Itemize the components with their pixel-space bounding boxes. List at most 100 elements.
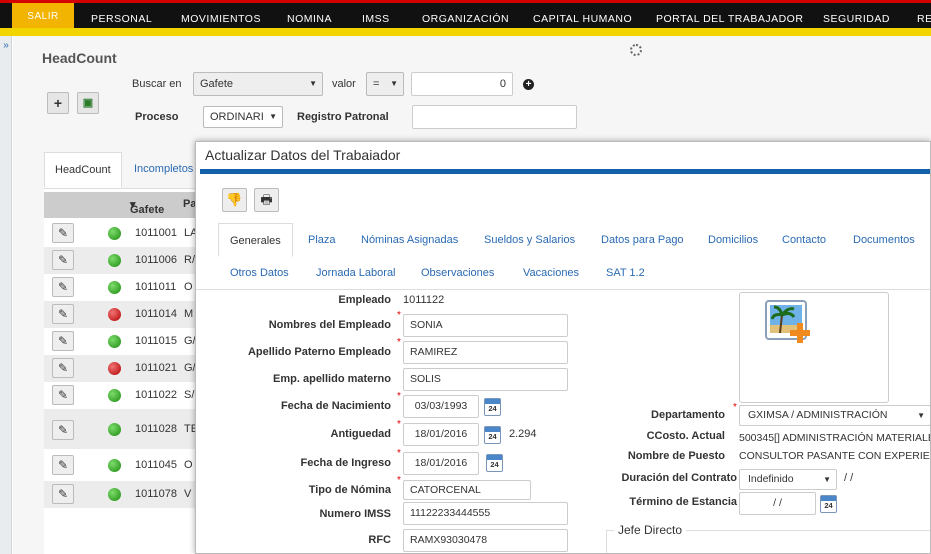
export-excel-button[interactable]: ▣ [77, 92, 99, 114]
tab-datos-para-pago[interactable]: Datos para Pago [590, 223, 695, 257]
apellido-materno-input[interactable]: SOLIS [403, 368, 568, 391]
expand-icon[interactable]: » [0, 40, 12, 52]
table-row[interactable]: ✎ 1011001 LA [44, 220, 204, 247]
edit-icon[interactable]: ✎ [52, 304, 74, 324]
nav-seguridad[interactable]: SEGURIDAD [823, 13, 890, 25]
registro-patronal-label: Registro Patronal [297, 111, 389, 123]
valor-input[interactable]: 0 [411, 72, 513, 96]
tab-domicilios[interactable]: Domicilios [697, 223, 769, 257]
tab-incompletos[interactable]: Incompletos [124, 152, 203, 188]
calendar-icon[interactable]: 24 [484, 398, 501, 416]
status-dot-icon [108, 335, 121, 348]
antiguedad-input[interactable]: 18/01/2016 [403, 423, 479, 446]
tab-nominas-asignadas[interactable]: Nóminas Asignadas [350, 223, 469, 257]
edit-icon[interactable]: ✎ [52, 420, 74, 440]
required-marker: * [397, 448, 401, 459]
calendar-day: 24 [490, 460, 499, 469]
tab-observaciones[interactable]: Observaciones [410, 256, 505, 290]
add-filter-icon[interactable]: + [523, 79, 534, 90]
tab-otros-datos[interactable]: Otros Datos [219, 256, 300, 290]
salir-button[interactable]: SALIR [12, 3, 74, 28]
tab-vacaciones[interactable]: Vacaciones [512, 256, 590, 290]
tipo-nomina-input[interactable]: CATORCENAL [403, 480, 531, 500]
tab-jornada-laboral[interactable]: Jornada Laboral [305, 256, 407, 290]
edit-icon[interactable]: ✎ [52, 484, 74, 504]
proceso-value: ORDINARI [210, 111, 264, 123]
edit-icon[interactable]: ✎ [52, 277, 74, 297]
fecha-nacimiento-label: Fecha de Nacimiento [280, 400, 391, 412]
nav-portal-del-trabajador[interactable]: PORTAL DEL TRABAJADOR [656, 13, 803, 25]
nav-accent-bar [0, 28, 931, 36]
operator-value: = [373, 78, 380, 90]
top-navigation: SALIR PERSONAL MOVIMIENTOS NOMINA IMSS O… [0, 0, 931, 36]
table-row[interactable]: ✎ 1011022 S/ [44, 382, 204, 409]
tab-contacto[interactable]: Contacto [771, 223, 837, 257]
fecha-ingreso-label: Fecha de Ingreso [300, 457, 391, 469]
table-row[interactable]: ✎ 1011028 TE [44, 409, 204, 449]
calendar-icon[interactable]: 24 [486, 454, 503, 472]
tab-plaza[interactable]: Plaza [297, 223, 347, 257]
fecha-ingreso-input[interactable]: 18/01/2016 [403, 452, 479, 475]
termino-estancia-input[interactable]: / / [739, 492, 816, 515]
nav-reportes[interactable]: RE [917, 13, 931, 25]
table-row[interactable]: ✎ 1011011 O [44, 274, 204, 301]
required-marker: * [397, 391, 401, 402]
edit-icon[interactable]: ✎ [52, 455, 74, 475]
nav-personal[interactable]: PERSONAL [91, 13, 152, 25]
apellido-paterno-input[interactable]: RAMIREZ [403, 341, 568, 364]
nav-nomina[interactable]: NOMINA [287, 13, 332, 25]
duracion-contrato-select[interactable]: Indefinido ▼ [739, 469, 837, 490]
proceso-select[interactable]: ORDINARI ▼ [203, 106, 283, 128]
nombres-label: Nombres del Empleado [268, 319, 391, 331]
fecha-nacimiento-input[interactable]: 03/03/1993 [403, 395, 479, 418]
row-gafete: 1011011 [135, 281, 177, 293]
numero-imss-input[interactable]: 11122233444555 [403, 502, 568, 525]
tab-documentos[interactable]: Documentos [842, 223, 926, 257]
calendar-icon[interactable]: 24 [820, 495, 837, 513]
status-dot-icon [108, 227, 121, 240]
add-button[interactable]: + [47, 92, 69, 114]
required-marker: * [397, 337, 401, 348]
operator-select[interactable]: = ▼ [366, 72, 404, 96]
edit-icon[interactable]: ✎ [52, 223, 74, 243]
table-row[interactable]: ✎ 1011006 R/ [44, 247, 204, 274]
edit-icon[interactable]: ✎ [52, 331, 74, 351]
nombres-input[interactable]: SONIA [403, 314, 568, 337]
column-header-gafete[interactable]: Gafete ▾ [130, 198, 164, 216]
status-dot-icon [108, 281, 121, 294]
tab-headcount[interactable]: HeadCount [44, 152, 122, 188]
employee-photo-box[interactable] [739, 292, 889, 403]
table-row[interactable]: ✎ 1011045 O [44, 449, 204, 481]
buscar-select[interactable]: Gafete ▼ [193, 72, 323, 96]
row-name: O [184, 281, 193, 293]
rfc-input[interactable]: RAMX93030478 [403, 529, 568, 552]
table-row[interactable]: ✎ 1011015 G/ [44, 328, 204, 355]
row-gafete: 1011045 [135, 459, 178, 471]
chevron-down-icon: ▼ [917, 411, 925, 420]
departamento-select[interactable]: GXIMSA / ADMINISTRACIÓN ▼ [739, 405, 930, 426]
dialog-title-bar [200, 169, 930, 174]
nav-imss[interactable]: IMSS [362, 13, 390, 25]
edit-icon[interactable]: ✎ [52, 358, 74, 378]
registro-patronal-input[interactable] [412, 105, 577, 129]
edit-icon[interactable]: ✎ [52, 250, 74, 270]
edit-icon[interactable]: ✎ [52, 385, 74, 405]
tab-sat[interactable]: SAT 1.2 [595, 256, 656, 290]
nav-capital-humano[interactable]: CAPITAL HUMANO [533, 13, 632, 25]
duracion-extra: / / [844, 472, 854, 484]
tab-generales[interactable]: Generales [218, 223, 293, 257]
calendar-icon[interactable]: 24 [484, 426, 501, 444]
table-row[interactable]: ✎ 1011078 V [44, 481, 204, 508]
nav-movimientos[interactable]: MOVIMIENTOS [181, 13, 261, 25]
table-row[interactable]: ✎ 1011014 M [44, 301, 204, 328]
page-title: HeadCount [42, 50, 117, 66]
nav-organizacion[interactable]: ORGANIZACIÓN [422, 13, 509, 25]
print-icon[interactable]: 🖶 [254, 188, 279, 212]
ccosto-label: CCosto. Actual [646, 430, 725, 442]
tab-sueldos-y-salarios[interactable]: Sueldos y Salarios [473, 223, 586, 257]
empleado-label: Empleado [338, 294, 391, 306]
thumbs-down-icon[interactable]: 👎 [222, 188, 247, 212]
table-row[interactable]: ✎ 1011021 G/ [44, 355, 204, 382]
column-header-gafete-label: Gafete [130, 204, 165, 216]
row-name: R/ [184, 254, 195, 266]
